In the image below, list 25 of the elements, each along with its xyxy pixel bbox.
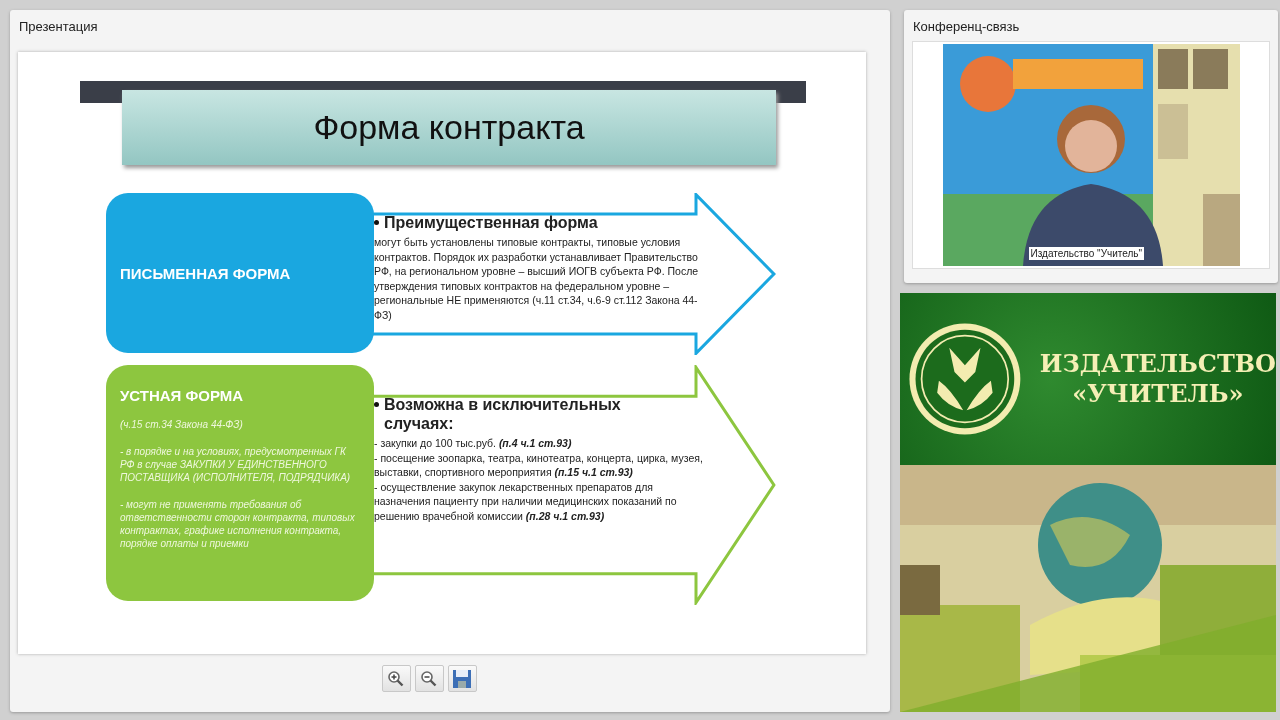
logo-text: «УЧИТЕЛЬ» (1072, 379, 1244, 409)
bullet-text: - закупки до 100 тыс.руб. (п.4 ч.1 ст.93) (374, 436, 573, 451)
bullet-icon (374, 220, 379, 225)
card-note: (ч.15 ст.34 Закона 44-ФЗ) (120, 418, 244, 431)
panel-title: Конференц-связь (912, 18, 1021, 34)
card-note: - в порядке и на условиях, предусмотренных ГК РФ в случае ЗАКУПКИ У ЕДИНСТВЕННОГО ПОСТАВЩИКА (ИСПОЛНИТЕЛЯ, ПОДРЯДЧИКА) (120, 445, 352, 484)
bullet-text: могут быть установлены типовые контракты, типовые условия контрактов. Порядок их разработки устанавливает Правительство РФ, на региональном уровне – высший ИОГВ субъекта РФ. После утверждения типовых контрактов на федеральном уровне – региональные НЕ применяются (ч.11 ст.34, ч.6-9 ст.112 Закона 44-ФЗ) (374, 235, 700, 322)
bullet-text: - осуществление закупок лекарственных препаратов для назначения пациенту при наличии медицинских показаний по решению врачебной комиссии (п.28 ч.1 ст.93) (374, 479, 678, 523)
slide-title: Форма контракта (122, 90, 776, 165)
save-button[interactable] (447, 665, 477, 692)
zoom-out-button[interactable] (414, 665, 444, 692)
card-note: - могут не применять требования об ответственности сторон контракта, типовых контрактах, графике исполнения контракта, порядке оплаты и приемки (120, 498, 356, 550)
form-label: УСТНАЯ ФОРМА (120, 387, 245, 404)
video-caption: Издательство "Учитель" (1028, 247, 1145, 260)
bullet-heading: Возможна в исключительных случаях: (384, 395, 622, 433)
zoom-in-button[interactable] (381, 665, 411, 692)
logo-text: ИЗДАТЕЛЬСТВО (1039, 349, 1276, 379)
panel-title: Презентация (18, 18, 99, 34)
bullet-icon (374, 402, 379, 407)
form-label: ПИСЬМЕННАЯ ФОРМА (120, 264, 292, 282)
bullet-text: - посещение зоопарка, театра, кинотеатра, концерта, цирка, музея, выставки, спортивного мероприятия (п.15 ч.1 ст.93) (374, 450, 704, 480)
zoom-in-icon (387, 669, 405, 688)
bullet-heading: Преимущественная форма (384, 213, 599, 232)
zoom-out-icon (420, 669, 438, 688)
save-icon (452, 668, 472, 689)
